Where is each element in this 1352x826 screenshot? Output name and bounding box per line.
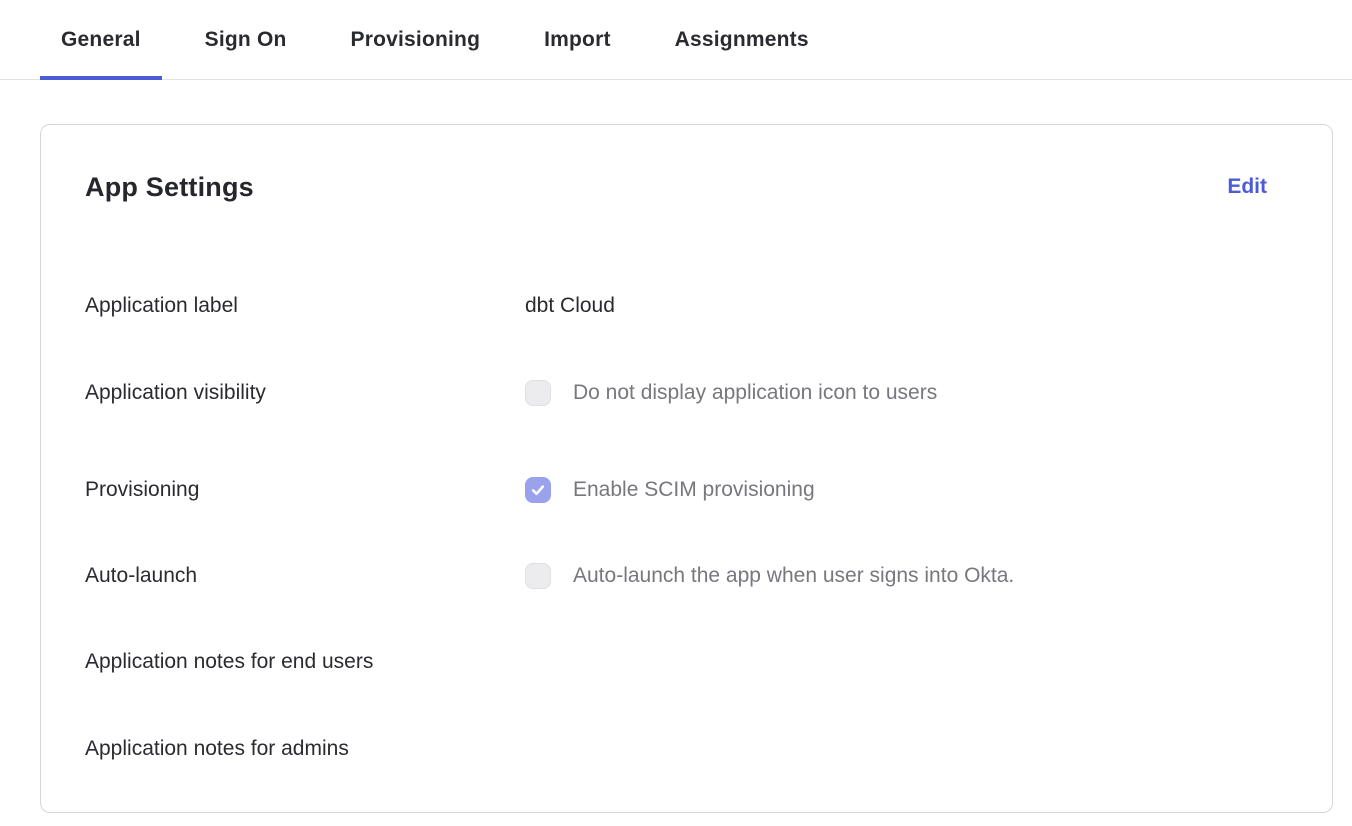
tab-label: Sign On <box>205 28 287 52</box>
settings-row: Auto-launch Auto-launch the app when use… <box>85 563 1288 589</box>
settings-row: Provisioning Enable SCIM provisioning <box>85 477 1288 503</box>
settings-rows: Application label dbt Cloud Application … <box>85 293 1288 762</box>
page-title: App Settings <box>85 172 254 203</box>
tab-label: Provisioning <box>351 28 481 52</box>
tab-bar: General Sign On Provisioning Import Assi… <box>0 0 1352 80</box>
tab-label: General <box>61 28 141 52</box>
row-label: Auto-launch <box>85 564 525 588</box>
tab-assignments[interactable]: Assignments <box>654 0 830 79</box>
tab-label: Assignments <box>675 28 809 52</box>
checkmark-icon <box>529 481 547 499</box>
settings-row: Application label dbt Cloud <box>85 293 1288 319</box>
checkbox-unchecked <box>525 563 551 589</box>
checkbox-unchecked <box>525 380 551 406</box>
row-value: dbt Cloud <box>525 294 615 318</box>
checkbox-label: Do not display application icon to users <box>573 381 937 405</box>
row-label: Application visibility <box>85 381 525 405</box>
app-settings-card: App Settings Edit Application label dbt … <box>40 124 1333 813</box>
settings-row: Application notes for end users <box>85 649 1288 675</box>
checkbox-checked <box>525 477 551 503</box>
row-label: Provisioning <box>85 478 525 502</box>
tab-provisioning[interactable]: Provisioning <box>330 0 502 79</box>
row-label: Application notes for end users <box>85 650 525 674</box>
row-label: Application label <box>85 294 525 318</box>
edit-button[interactable]: Edit <box>1227 175 1267 199</box>
settings-row: Application notes for admins <box>85 736 1288 762</box>
tab-import[interactable]: Import <box>523 0 632 79</box>
card-header: App Settings Edit <box>85 169 1288 205</box>
checkbox-label: Auto-launch the app when user signs into… <box>573 564 1014 588</box>
tab-sign-on[interactable]: Sign On <box>184 0 308 79</box>
tab-label: Import <box>544 28 611 52</box>
settings-row: Application visibility Do not display ap… <box>85 380 1288 406</box>
tab-general[interactable]: General <box>40 0 162 79</box>
checkbox-label: Enable SCIM provisioning <box>573 478 815 502</box>
row-label: Application notes for admins <box>85 737 525 761</box>
